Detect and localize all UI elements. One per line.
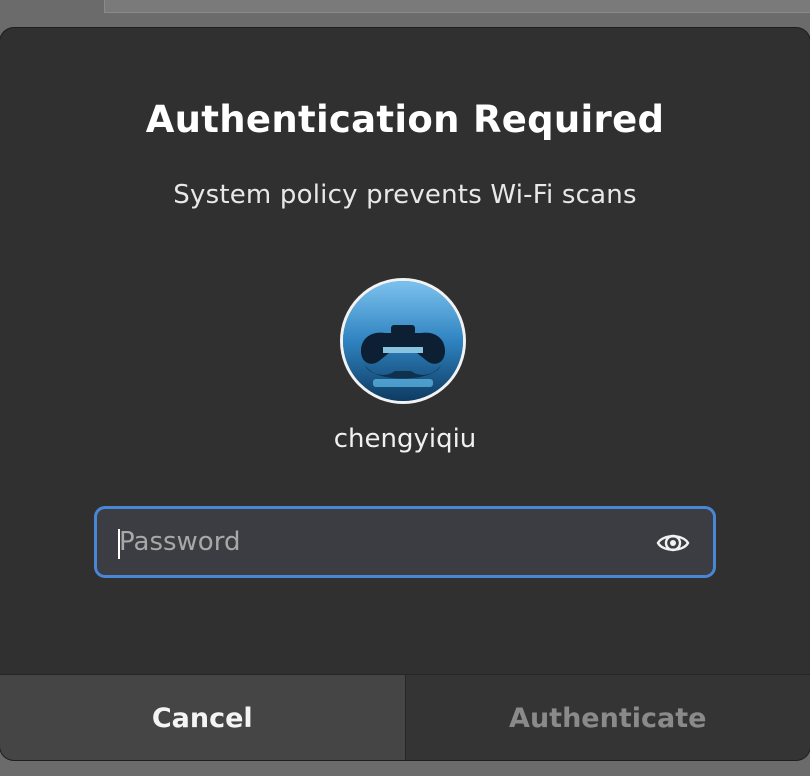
dialog-title: Authentication Required xyxy=(145,98,665,141)
password-input[interactable] xyxy=(115,509,639,575)
dialog-message: System policy prevents Wi-Fi scans xyxy=(173,180,637,210)
background-window-edge xyxy=(104,0,810,13)
text-cursor xyxy=(118,529,120,559)
authenticate-button[interactable]: Authenticate xyxy=(405,675,810,760)
avatar xyxy=(340,278,466,404)
password-field[interactable] xyxy=(94,506,716,578)
cancel-button[interactable]: Cancel xyxy=(0,675,406,760)
dialog-button-bar: Cancel Authenticate xyxy=(0,674,810,760)
eye-icon[interactable] xyxy=(655,527,691,559)
authentication-dialog: Authentication Required System policy pr… xyxy=(0,28,810,760)
gamepad-avatar-icon xyxy=(343,281,463,401)
username: chengyiqiu xyxy=(333,424,477,454)
